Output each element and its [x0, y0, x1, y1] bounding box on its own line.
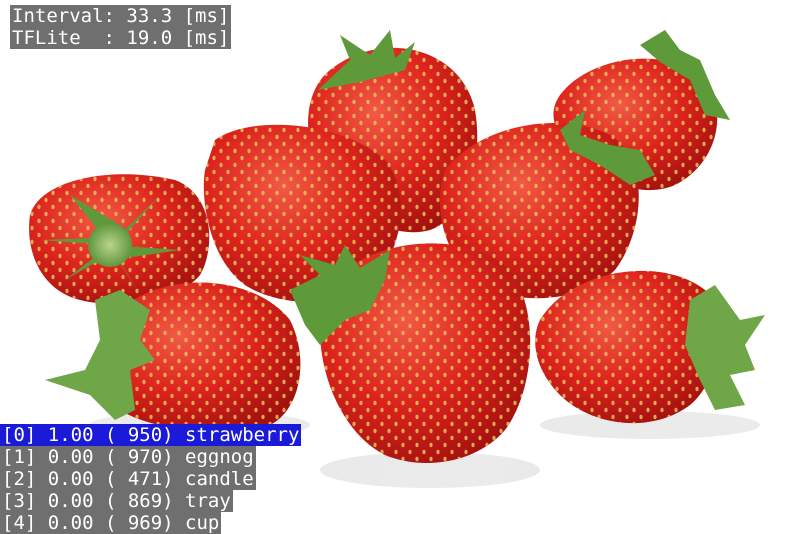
- strawberry: [45, 282, 301, 433]
- result-item: [4] 0.00 ( 969) cup: [0, 512, 222, 534]
- result-item: [3] 0.00 ( 869) tray: [0, 490, 233, 512]
- result-item-top: [0] 1.00 ( 950) strawberry: [0, 424, 302, 446]
- result-item: [1] 0.00 ( 970) eggnog: [0, 446, 256, 468]
- interval-readout: Interval: 33.3 [ms]: [10, 5, 232, 27]
- tflite-readout: TFLite : 19.0 [ms]: [10, 27, 232, 49]
- strawberry: [535, 270, 765, 424]
- classification-results: [0] 1.00 ( 950) strawberry [1] 0.00 ( 97…: [0, 424, 302, 534]
- result-item: [2] 0.00 ( 471) candle: [0, 468, 256, 490]
- strawberry: [290, 243, 531, 463]
- performance-overlay: Interval: 33.3 [ms] TFLite : 19.0 [ms]: [10, 5, 232, 49]
